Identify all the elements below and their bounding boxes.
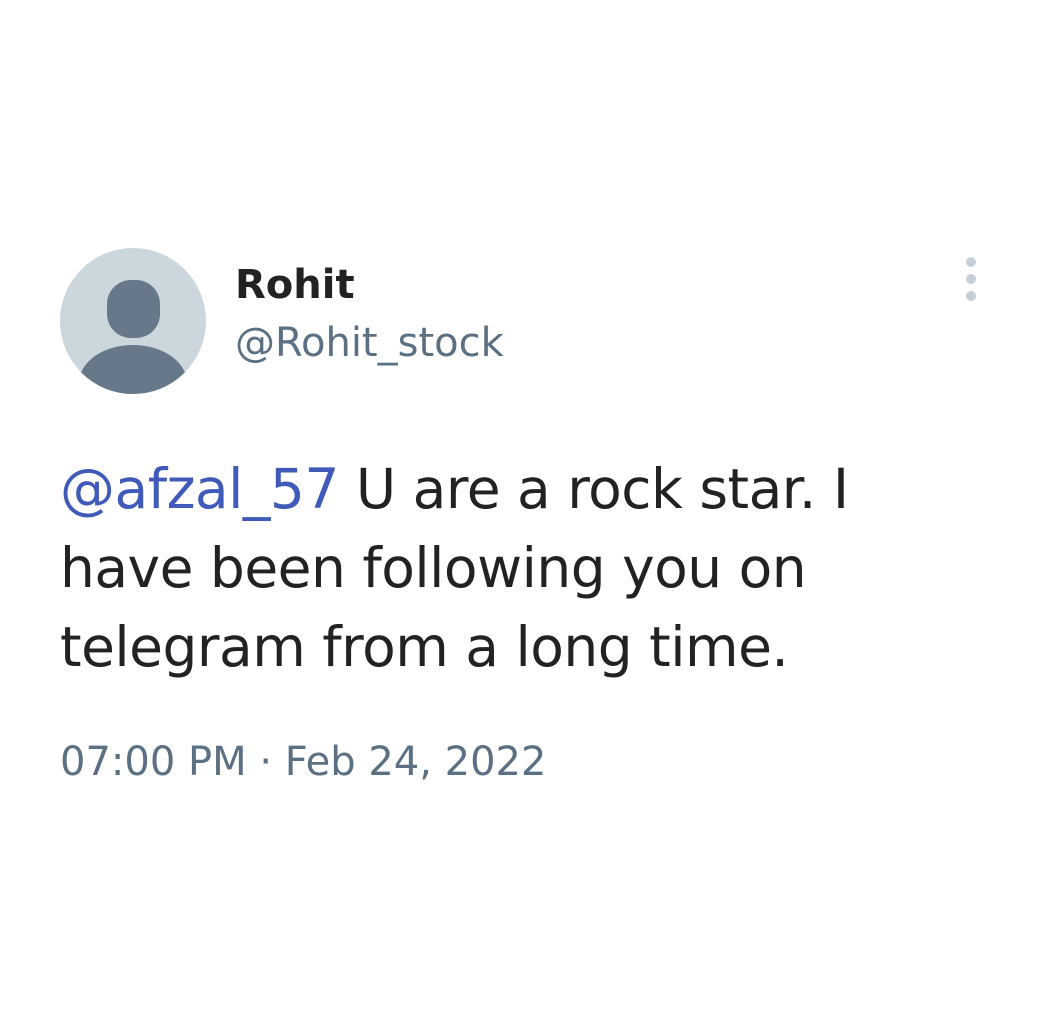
tweet-date: Feb 24, 2022: [284, 739, 547, 785]
tweet-text: @afzal_57 U are a rock star. I have been…: [60, 450, 980, 687]
default-profile-icon: [79, 280, 187, 394]
more-options-button[interactable]: [954, 254, 988, 306]
more-vertical-icon: [966, 257, 976, 301]
tweet-time: 07:00 PM: [60, 739, 247, 785]
avatar[interactable]: [60, 248, 206, 394]
user-handle[interactable]: @Rohit_stock: [235, 318, 504, 368]
tweet-timestamp[interactable]: 07:00 PM · Feb 24, 2022: [60, 737, 546, 787]
mention-link[interactable]: @afzal_57: [60, 457, 339, 521]
timestamp-separator: ·: [246, 739, 285, 785]
tweet-card: Rohit @Rohit_stock @afzal_57 U are a roc…: [0, 0, 1053, 1027]
display-name[interactable]: Rohit: [235, 260, 355, 310]
